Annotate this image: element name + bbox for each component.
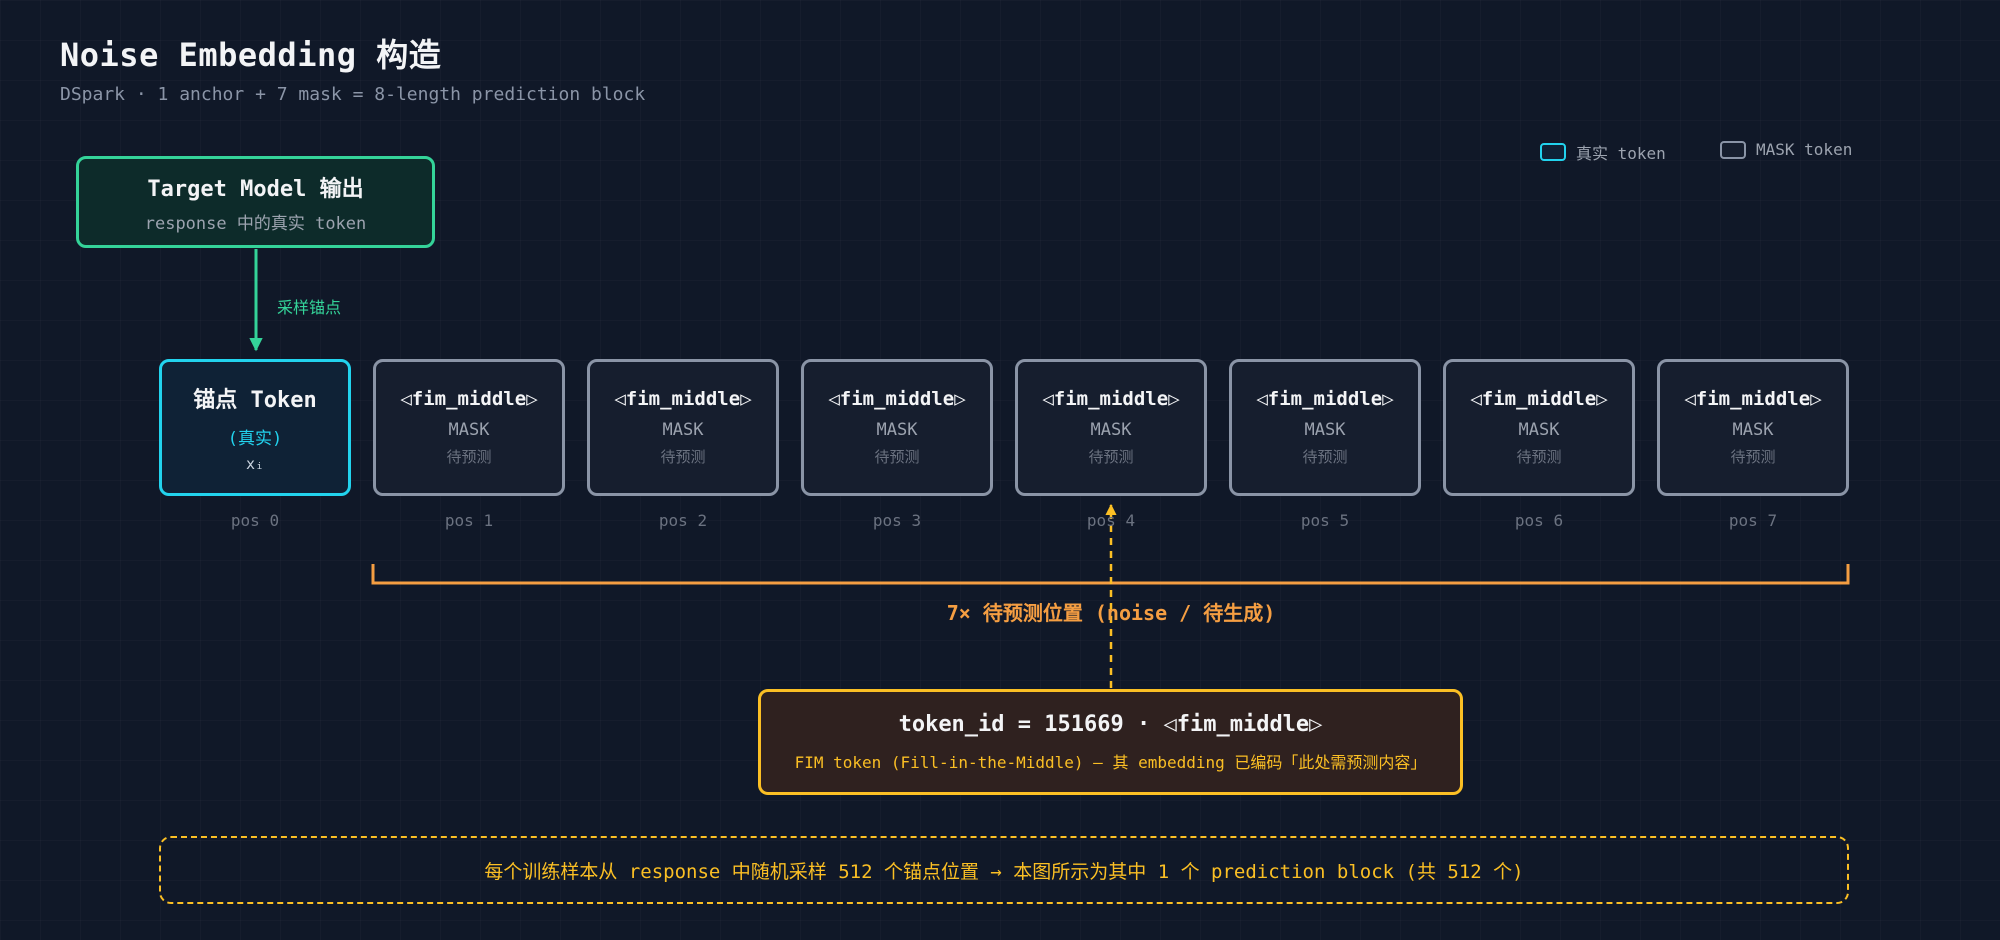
- page-title: Noise Embedding 构造: [60, 36, 442, 74]
- legend-item-mask: MASK token: [1720, 140, 1852, 159]
- mask-token-label: MASK: [1518, 420, 1560, 440]
- mask-token-title: ◁fim_middle▷: [1684, 388, 1822, 410]
- anchor-token-subtitle: (真实): [227, 429, 283, 449]
- pos-label-0: pos 0: [230, 511, 280, 530]
- legend-swatch-real: [1540, 143, 1566, 161]
- mask-token-note: 待预测: [1088, 448, 1134, 466]
- mask-token-title: ◁fim_middle▷: [614, 388, 752, 410]
- page-subtitle: DSpark · 1 anchor + 7 mask = 8-length pr…: [60, 84, 646, 105]
- mask-token-note: 待预测: [660, 448, 706, 466]
- anchor-token-symbol: xᵢ: [245, 455, 265, 473]
- mask-token-box-7: ◁fim_middle▷ MASK 待预测: [1657, 359, 1849, 496]
- mask-token-title: ◁fim_middle▷: [828, 388, 966, 410]
- target-model-box: Target Model 输出 response 中的真实 token: [76, 156, 435, 248]
- pos-label-4: pos 4: [1086, 511, 1136, 530]
- fim-token-subtitle: FIM token (Fill-in-the-Middle) — 其 embed…: [794, 752, 1427, 772]
- mask-token-title: ◁fim_middle▷: [1042, 388, 1180, 410]
- sample-anchor-label: 采样锚点: [277, 298, 342, 317]
- mask-token-note: 待预测: [1730, 448, 1776, 466]
- fim-token-box: token_id = 151669 · ◁fim_middle▷ FIM tok…: [758, 689, 1463, 795]
- mask-token-label: MASK: [1732, 420, 1774, 440]
- mask-token-title: ◁fim_middle▷: [1470, 388, 1608, 410]
- mask-token-note: 待预测: [1302, 448, 1348, 466]
- target-model-subtitle: response 中的真实 token: [144, 213, 367, 234]
- bracket-label: 7× 待预测位置 (noise / 待生成): [946, 601, 1276, 625]
- legend-swatch-mask: [1720, 140, 1746, 159]
- mask-token-box-3: ◁fim_middle▷ MASK 待预测: [801, 359, 993, 496]
- mask-token-box-2: ◁fim_middle▷ MASK 待预测: [587, 359, 779, 496]
- anchor-token-title: 锚点 Token: [193, 388, 317, 413]
- footnote-box: 每个训练样本从 response 中随机采样 512 个锚点位置 → 本图所示为…: [159, 836, 1849, 904]
- pos-label-2: pos 2: [658, 511, 708, 530]
- footnote-text: 每个训练样本从 response 中随机采样 512 个锚点位置 → 本图所示为…: [484, 860, 1524, 883]
- mask-token-box-1: ◁fim_middle▷ MASK 待预测: [373, 359, 565, 496]
- mask-token-box-5: ◁fim_middle▷ MASK 待预测: [1229, 359, 1421, 496]
- mask-token-label: MASK: [448, 420, 490, 440]
- fim-token-title: token_id = 151669 · ◁fim_middle▷: [898, 711, 1323, 737]
- mask-token-label: MASK: [1090, 420, 1132, 440]
- pos-label-6: pos 6: [1514, 511, 1564, 530]
- pos-label-7: pos 7: [1728, 511, 1778, 530]
- mask-token-note: 待预测: [446, 448, 492, 466]
- legend-item-real: 真实 token: [1540, 140, 1666, 164]
- mask-token-title: ◁fim_middle▷: [1256, 388, 1394, 410]
- legend-label-mask: MASK token: [1756, 140, 1853, 159]
- legend-label-real: 真实 token: [1576, 144, 1666, 163]
- mask-token-box-4: ◁fim_middle▷ MASK 待预测: [1015, 359, 1207, 496]
- pos-label-3: pos 3: [872, 511, 922, 530]
- mask-token-box-6: ◁fim_middle▷ MASK 待预测: [1443, 359, 1635, 496]
- target-model-title: Target Model 输出: [147, 176, 364, 202]
- mask-token-note: 待预测: [874, 448, 920, 466]
- mask-token-label: MASK: [662, 420, 704, 440]
- mask-token-label: MASK: [876, 420, 918, 440]
- pos-label-1: pos 1: [444, 511, 494, 530]
- anchor-token-box: 锚点 Token (真实) xᵢ: [159, 359, 351, 496]
- mask-token-note: 待预测: [1516, 448, 1562, 466]
- mask-token-title: ◁fim_middle▷: [400, 388, 538, 410]
- pos-label-5: pos 5: [1300, 511, 1350, 530]
- mask-token-label: MASK: [1304, 420, 1346, 440]
